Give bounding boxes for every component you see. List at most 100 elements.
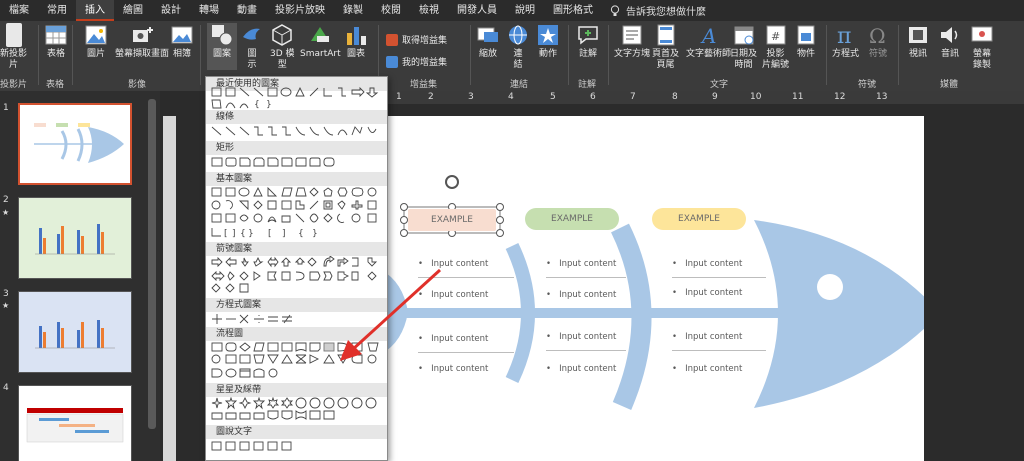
equation-button[interactable]: π 方程式 bbox=[832, 23, 859, 60]
input-content-text[interactable]: • Input content bbox=[672, 364, 742, 374]
video-button[interactable]: 視訊 bbox=[906, 23, 930, 60]
icons-button[interactable]: 圖 示 bbox=[240, 23, 264, 71]
tab-animations[interactable]: 動畫 bbox=[228, 0, 266, 21]
screen-record-button[interactable]: 螢幕 錄製 bbox=[970, 23, 994, 71]
screenshot-button[interactable]: 螢幕擷取畫面 bbox=[115, 23, 169, 60]
input-content-text[interactable]: • Input content bbox=[672, 332, 742, 342]
input-content-text[interactable]: • Input content bbox=[418, 364, 488, 374]
gallery-section-equation: 方程式圖案 bbox=[206, 298, 387, 312]
zoom-button[interactable]: 縮放 bbox=[476, 23, 500, 60]
input-content-text[interactable]: • Input content bbox=[418, 334, 488, 344]
input-content-text[interactable]: • Input content bbox=[418, 290, 488, 300]
shapes-button[interactable]: 圖案 bbox=[207, 23, 237, 70]
gallery-section-arrows: 箭號圖案 bbox=[206, 242, 387, 256]
tab-shape-format[interactable]: 圖形格式 bbox=[544, 0, 602, 21]
scrollbar-thumb[interactable] bbox=[148, 99, 156, 429]
rotate-handle-icon[interactable] bbox=[445, 175, 459, 189]
get-addins-button[interactable]: 取得增益集 bbox=[386, 33, 447, 46]
svg-text:A: A bbox=[700, 24, 716, 47]
date-time-button[interactable]: 日期及 時間 bbox=[730, 23, 757, 71]
comment-button[interactable]: 註解 bbox=[576, 23, 600, 60]
group-separator bbox=[898, 25, 899, 85]
gallery-section-rectangles: 矩形 bbox=[206, 141, 387, 155]
smartart-button[interactable]: SmartArt bbox=[300, 23, 341, 60]
action-button[interactable]: 動作 bbox=[536, 23, 560, 60]
group-label-tables: 表格 bbox=[46, 80, 65, 90]
photo-album-button[interactable]: 相簿 bbox=[170, 23, 194, 60]
screen-record-icon bbox=[971, 26, 993, 42]
header-footer-button[interactable]: 頁首及 頁尾 bbox=[652, 23, 679, 71]
basic-shapes-row4: [] {} [] {} bbox=[211, 228, 318, 238]
resize-handle[interactable] bbox=[496, 203, 504, 211]
tab-home[interactable]: 常用 bbox=[38, 0, 76, 21]
slide-canvas[interactable]: EXAMPLE EXAMPLE EXAMPLE • Input content … bbox=[372, 116, 924, 461]
input-content-text[interactable]: • Input content bbox=[546, 364, 616, 374]
tab-developer[interactable]: 開發人員 bbox=[448, 0, 506, 21]
recent-shapes: {} bbox=[211, 86, 379, 110]
lightbulb-icon bbox=[610, 4, 620, 16]
resize-handle[interactable] bbox=[400, 216, 408, 224]
shape-textbox[interactable] bbox=[211, 87, 222, 96]
flowchart-selected-shape[interactable] bbox=[323, 342, 335, 352]
example-pill[interactable]: EXAMPLE bbox=[408, 209, 496, 231]
group-label-slides: 投影片 bbox=[0, 80, 28, 90]
symbol-button[interactable]: Ω 符號 bbox=[866, 23, 890, 60]
example-pill[interactable]: EXAMPLE bbox=[652, 208, 746, 230]
slide-thumbnail-pane: 1 2 ★ 3 ★ 4 bbox=[0, 91, 160, 461]
resize-handle[interactable] bbox=[496, 216, 504, 224]
new-slide-button[interactable]: 新投影 片 bbox=[0, 23, 27, 71]
shape-row: [] {} [] {} bbox=[206, 226, 387, 238]
tab-review[interactable]: 校閱 bbox=[372, 0, 410, 21]
slide-thumbnail-3[interactable] bbox=[18, 291, 132, 373]
animation-star-icon: ★ bbox=[2, 301, 10, 310]
divider-line bbox=[546, 277, 626, 278]
calendar-icon bbox=[734, 26, 753, 45]
3d-models-button[interactable]: 3D 模 型 bbox=[270, 23, 295, 71]
tab-slideshow[interactable]: 投影片放映 bbox=[266, 0, 334, 21]
tab-record[interactable]: 錄製 bbox=[334, 0, 372, 21]
slide-number-icon: # bbox=[766, 25, 785, 45]
tell-me-search[interactable]: 告訴我您想做什麼 bbox=[610, 3, 706, 18]
star-icon bbox=[538, 25, 558, 45]
tab-help[interactable]: 說明 bbox=[506, 0, 544, 21]
audio-button[interactable]: 音訊 bbox=[938, 23, 962, 60]
picture-button[interactable]: 圖片 bbox=[84, 23, 108, 60]
tab-view[interactable]: 檢視 bbox=[410, 0, 448, 21]
input-content-text[interactable]: • Input content bbox=[418, 259, 488, 269]
table-button[interactable]: 表格 bbox=[44, 23, 68, 60]
tab-transitions[interactable]: 轉場 bbox=[190, 0, 228, 21]
input-content-text[interactable]: • Input content bbox=[546, 332, 616, 342]
slide-thumbnail-2[interactable] bbox=[18, 197, 132, 279]
example-pill[interactable]: EXAMPLE bbox=[525, 208, 619, 230]
slide-number: 4 bbox=[3, 383, 9, 393]
input-content-text[interactable]: • Input content bbox=[546, 259, 616, 269]
slide-number-button[interactable]: # 投影 片編號 bbox=[762, 23, 789, 71]
thumbnail-scrollbar[interactable] bbox=[146, 91, 158, 461]
wordart-button[interactable]: A 文字藝術師 bbox=[686, 23, 731, 60]
divider-line bbox=[672, 350, 766, 351]
resize-handle[interactable] bbox=[496, 229, 504, 237]
input-content-text[interactable]: • Input content bbox=[672, 259, 742, 269]
input-content-text[interactable]: • Input content bbox=[546, 290, 616, 300]
svg-text:]: ] bbox=[232, 229, 236, 238]
slide-thumbnail-4[interactable] bbox=[18, 385, 132, 461]
resize-handle[interactable] bbox=[400, 203, 408, 211]
camera-icon bbox=[133, 27, 153, 42]
chart-button[interactable]: 圖表 bbox=[344, 23, 368, 60]
my-addins-button[interactable]: 我的增益集 bbox=[386, 55, 447, 68]
group-label-media: 媒體 bbox=[940, 80, 959, 90]
link-button[interactable]: 連 結 bbox=[506, 23, 530, 71]
resize-handle[interactable] bbox=[400, 229, 408, 237]
svg-text:Ω: Ω bbox=[869, 24, 886, 47]
tab-insert[interactable]: 插入 bbox=[76, 0, 114, 21]
ribbon-tab-bar: 檔案 常用 插入 繪圖 設計 轉場 動畫 投影片放映 錄製 校閱 檢視 開發人員… bbox=[0, 0, 1024, 21]
tab-design[interactable]: 設計 bbox=[152, 0, 190, 21]
slide-thumbnail-1[interactable] bbox=[18, 103, 132, 185]
tab-draw[interactable]: 繪圖 bbox=[114, 0, 152, 21]
animation-star-icon: ★ bbox=[2, 208, 10, 217]
globe-link-icon bbox=[509, 25, 527, 45]
input-content-text[interactable]: • Input content bbox=[672, 288, 742, 298]
textbox-button[interactable]: 文字方塊 bbox=[614, 23, 650, 60]
object-button[interactable]: 物件 bbox=[794, 23, 818, 60]
tab-file[interactable]: 檔案 bbox=[0, 0, 38, 21]
